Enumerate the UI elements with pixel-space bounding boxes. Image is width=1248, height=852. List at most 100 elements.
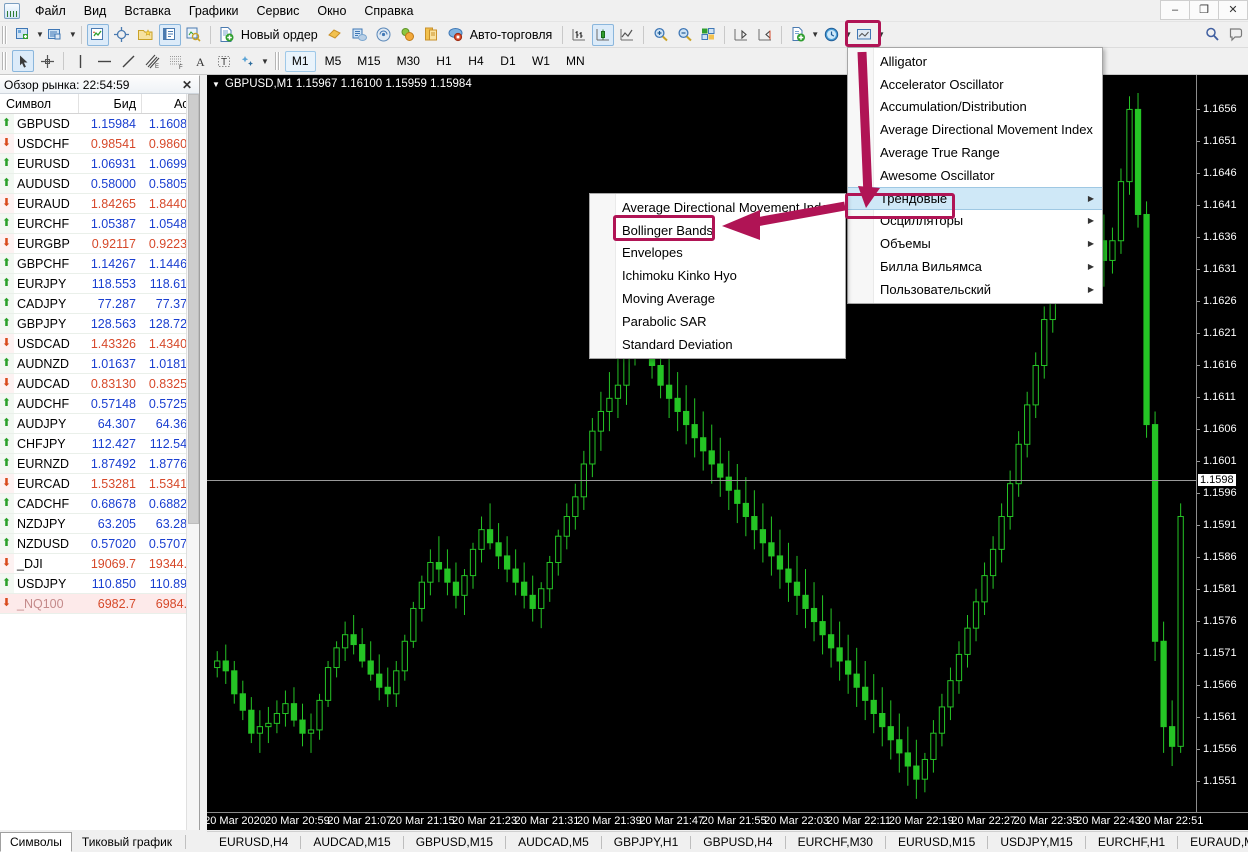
profiles-dropdown-caret[interactable]: ▼ (69, 30, 77, 39)
chart-shift-button[interactable] (754, 24, 776, 46)
market-watch-row[interactable]: ⬆EURJPY118.553118.619 (0, 274, 199, 294)
menu-item-осцилляторы[interactable]: Осцилляторы▶ (848, 210, 1102, 233)
market-watch-row[interactable]: ⬇_NQ1006982.76984.0 (0, 594, 199, 614)
menu-item-envelopes[interactable]: Envelopes (590, 242, 845, 265)
menu-item-alligator[interactable]: Alligator (848, 50, 1102, 73)
tab-tick-chart[interactable]: Тиковый график (72, 832, 182, 852)
menu-item-bollinger-bands[interactable]: Bollinger Bands (590, 219, 845, 242)
shapes-button[interactable] (237, 50, 259, 72)
help-button[interactable] (1225, 24, 1247, 46)
market-watch-row[interactable]: ⬆EURNZD1.874921.87763 (0, 454, 199, 474)
menu-item-tools[interactable]: Сервис (248, 1, 309, 21)
menu-item-file[interactable]: Файл (26, 1, 75, 21)
autotrading-button[interactable] (445, 24, 467, 46)
line-chart-button[interactable] (616, 24, 638, 46)
market-watch-row[interactable]: ⬆AUDUSD0.580000.58053 (0, 174, 199, 194)
timeframe-h1[interactable]: H1 (429, 51, 459, 72)
menu-item-трендовые[interactable]: Трендовые▶ (848, 187, 1102, 210)
text-button[interactable]: A (189, 50, 211, 72)
templates-dropdown-caret[interactable]: ▼ (877, 30, 885, 39)
profiles-button[interactable] (45, 24, 67, 46)
market-watch-row[interactable]: ⬆USDJPY110.850110.894 (0, 574, 199, 594)
time-axis[interactable]: 20 Mar 202020 Mar 20:5920 Mar 21:0720 Ma… (207, 812, 1248, 830)
timeframe-d1[interactable]: D1 (493, 51, 523, 72)
menu-item-standard-deviation[interactable]: Standard Deviation (590, 333, 845, 356)
price-axis[interactable]: 1.16561.16511.16461.16411.16361.16311.16… (1196, 75, 1248, 812)
bar-chart-button[interactable] (568, 24, 590, 46)
market-watch-row[interactable]: ⬆GBPUSD1.159841.16087 (0, 114, 199, 134)
metaeditor-button[interactable] (325, 24, 347, 46)
new-order-button[interactable] (216, 24, 238, 46)
equidistant-channel-button[interactable]: E (141, 50, 163, 72)
timeframe-m1[interactable]: M1 (285, 51, 316, 72)
new-chart-button[interactable] (12, 24, 34, 46)
market-watch-row[interactable]: ⬇AUDCAD0.831300.83257 (0, 374, 199, 394)
shapes-dropdown-caret[interactable]: ▼ (261, 57, 269, 66)
autotrading-label[interactable]: Авто-торговля (468, 28, 559, 42)
restore-button[interactable]: ❐ (1189, 0, 1219, 20)
signals-button[interactable] (373, 24, 395, 46)
chart-tab[interactable]: AUDCAD,M5 (506, 832, 601, 852)
market-watch-row[interactable]: ⬇EURAUD1.842651.84401 (0, 194, 199, 214)
horizontal-line-button[interactable] (93, 50, 115, 72)
market-watch-row[interactable]: ⬆EURUSD1.069311.06992 (0, 154, 199, 174)
scrollbar-thumb[interactable] (188, 94, 199, 524)
trendline-button[interactable] (117, 50, 139, 72)
market-watch-row[interactable]: ⬆NZDUSD0.570200.57076 (0, 534, 199, 554)
market-watch-row[interactable]: ⬇USDCAD1.433261.43406 (0, 334, 199, 354)
terminal-button[interactable] (159, 24, 181, 46)
new-order-label[interactable]: Новый ордер (239, 28, 324, 42)
close-button[interactable]: ✕ (1218, 0, 1248, 20)
indicators-button[interactable] (787, 24, 809, 46)
market-watch-row[interactable]: ⬆GBPCHF1.142671.14464 (0, 254, 199, 274)
menu-item-average-true-range[interactable]: Average True Range (848, 141, 1102, 164)
minimize-button[interactable]: – (1160, 0, 1190, 20)
timeframe-m30[interactable]: M30 (390, 51, 427, 72)
menu-item-window[interactable]: Окно (308, 1, 355, 21)
indicators-dropdown-menu[interactable]: AlligatorAccelerator OscillatorAccumulat… (847, 47, 1103, 304)
auto-scroll-button[interactable] (730, 24, 752, 46)
tile-windows-button[interactable] (697, 24, 719, 46)
menu-item-charts[interactable]: Графики (180, 1, 248, 21)
menu-item-average-directional-movement-index[interactable]: Average Directional Movement Index (848, 118, 1102, 141)
strategy-tester-button[interactable] (183, 24, 205, 46)
market-watch-row[interactable]: ⬆AUDCHF0.571480.57252 (0, 394, 199, 414)
market-watch-row[interactable]: ⬆GBPJPY128.563128.728 (0, 314, 199, 334)
column-header-bid[interactable]: Бид (78, 94, 141, 113)
zoom-out-button[interactable] (673, 24, 695, 46)
market-watch-row[interactable]: ⬆AUDJPY64.30764.366 (0, 414, 199, 434)
chart-tab[interactable]: USDJPY,M15 (988, 832, 1084, 852)
vps-button[interactable] (421, 24, 443, 46)
market-watch-row[interactable]: ⬆AUDNZD1.016371.01813 (0, 354, 199, 374)
navigator-button[interactable] (135, 24, 157, 46)
indicators-dropdown-caret[interactable]: ▼ (811, 30, 819, 39)
market-watch-row[interactable]: ⬇USDCHF0.985410.98607 (0, 134, 199, 154)
market-watch-scrollbar[interactable] (186, 94, 199, 830)
cursor-button[interactable] (12, 50, 34, 72)
text-label-button[interactable]: T (213, 50, 235, 72)
menu-item-accumulation-distribution[interactable]: Accumulation/Distribution (848, 96, 1102, 119)
chart-tab[interactable]: GBPUSD,M15 (404, 832, 505, 852)
menu-item-view[interactable]: Вид (75, 1, 116, 21)
market-watch-row[interactable]: ⬆CADJPY77.28777.377 (0, 294, 199, 314)
menu-item-awesome-oscillator[interactable]: Awesome Oscillator (848, 164, 1102, 187)
market-watch-row[interactable]: ⬇EURCAD1.532811.53414 (0, 474, 199, 494)
timeframe-m5[interactable]: M5 (318, 51, 349, 72)
market-watch-row[interactable]: ⬇EURGBP0.921170.92236 (0, 234, 199, 254)
menu-item-insert[interactable]: Вставка (115, 1, 179, 21)
crosshair-button[interactable] (111, 24, 133, 46)
market-watch-row[interactable]: ⬆NZDJPY63.20563.288 (0, 514, 199, 534)
market-watch-row[interactable]: ⬆EURCHF1.053871.05485 (0, 214, 199, 234)
menu-item-parabolic-sar[interactable]: Parabolic SAR (590, 310, 845, 333)
market-watch-row[interactable]: ⬇_DJI19069.719344.9 (0, 554, 199, 574)
chart-tab[interactable]: GBPUSD,H4 (691, 832, 784, 852)
new-chart-dropdown-caret[interactable]: ▼ (36, 30, 44, 39)
chart-tab[interactable]: EURUSD,H4 (207, 832, 300, 852)
vertical-line-button[interactable] (69, 50, 91, 72)
toolbar-grip[interactable] (2, 26, 8, 44)
chart-tab[interactable]: EURAUD,M15 (1178, 832, 1248, 852)
menu-item-пользовательский[interactable]: Пользовательский▶ (848, 278, 1102, 301)
find-button[interactable] (1201, 24, 1223, 46)
crosshair-study-button[interactable] (36, 50, 58, 72)
column-header-symbol[interactable]: Символ (0, 94, 78, 113)
